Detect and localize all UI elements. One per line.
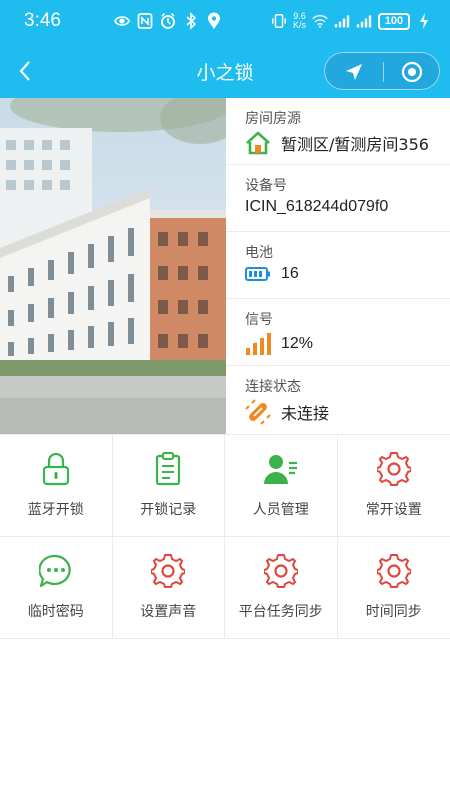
unlock-records-button[interactable]: 开锁记录 [112,435,225,537]
gear-icon [263,554,298,588]
device-value: ICIN_618244d079f0 [245,198,389,215]
device-label: 设备号 [245,178,287,194]
navigate-button[interactable] [325,53,383,91]
time-sync-button[interactable]: 时间同步 [337,537,450,639]
action-grid: 蓝牙开锁 开锁记录 人员管理 常开设置 临时密码 设置声音 平台任务同步 时间同… [0,434,450,639]
always-open-settings-label: 常开设置 [365,502,422,518]
location-icon [208,12,220,29]
gear-icon [376,554,411,588]
status-time: 3:46 [24,10,61,31]
detail-row-room: 房间房源 暂测区/暂测房间356 [226,98,450,165]
status-left-icons [114,12,222,30]
clipboard-icon [156,452,181,486]
header: 3:46 9.6 K/s 100 小之锁 [0,0,450,98]
signal-value: 12% [281,335,314,352]
detail-row-device: 设备号 ICIN_618244d079f0 [226,165,450,232]
detail-row-signal: 信号 12% [226,299,450,366]
gear-icon [151,554,186,588]
personnel-management-button[interactable]: 人员管理 [225,435,338,537]
bluetooth-unlock-button[interactable]: 蓝牙开锁 [0,435,113,537]
set-sound-button[interactable]: 设置声音 [112,537,225,639]
gear-icon [376,452,411,486]
room-label: 房间房源 [245,111,301,127]
connection-label: 连接状态 [245,379,301,395]
bluetooth-icon [186,12,197,30]
nav-bar: 小之锁 [0,48,450,96]
close-program-button[interactable] [383,53,441,91]
set-sound-label: 设置声音 [140,604,197,620]
mini-program-capsule [324,52,440,90]
net-speed-unit: K/s [292,20,306,30]
building-photo [0,98,226,434]
battery-status: 100 [378,12,410,30]
user-manage-icon [263,455,297,484]
eye-icon [114,16,130,26]
platform-task-sync-button[interactable]: 平台任务同步 [225,537,338,639]
target-circle-icon [401,61,423,83]
lock-info-section: 房间房源 暂测区/暂测房间356 设备号 ICIN_618244d079f0 电… [0,98,450,434]
status-right-icons: 9.6 K/s 100 [271,12,432,30]
signal-label: 信号 [245,312,273,328]
chat-bubble-icon [38,554,71,588]
net-speed: 9.6 K/s [293,12,306,30]
navigation-arrow-icon [346,64,362,80]
disconnected-plug-icon [245,399,271,425]
connection-value: 未连接 [281,404,330,423]
lock-details-panel: 房间房源 暂测区/暂测房间356 设备号 ICIN_618244d079f0 电… [226,98,450,434]
battery-value: 16 [281,265,299,282]
signal-bars-icon [246,333,271,355]
cell-signal-icon-1 [334,15,350,28]
battery-icon [245,267,270,281]
personnel-management-label: 人员管理 [252,502,309,518]
charging-icon [420,13,428,29]
detail-row-connection: 连接状态 未连接 [226,366,450,433]
vibrate-icon [272,14,286,28]
house-icon [246,131,270,155]
wifi-icon [312,14,328,28]
building-illustration [0,98,226,434]
unlock-records-label: 开锁记录 [140,502,197,518]
platform-task-sync-label: 平台任务同步 [238,604,323,620]
room-value: 暂测区/暂测房间356 [281,135,429,154]
detail-row-battery: 电池 16 [226,232,450,299]
always-open-settings-button[interactable]: 常开设置 [337,435,450,537]
battery-label: 电池 [245,245,273,261]
cell-signal-icon-2 [356,15,372,28]
bluetooth-unlock-label: 蓝牙开锁 [27,502,84,518]
time-sync-label: 时间同步 [365,604,422,620]
temporary-password-button[interactable]: 临时密码 [0,537,113,639]
status-bar: 3:46 9.6 K/s 100 [0,0,450,44]
temporary-password-label: 临时密码 [27,604,84,620]
nfc-icon [137,13,153,29]
lock-icon [42,452,69,486]
alarm-icon [161,12,175,29]
